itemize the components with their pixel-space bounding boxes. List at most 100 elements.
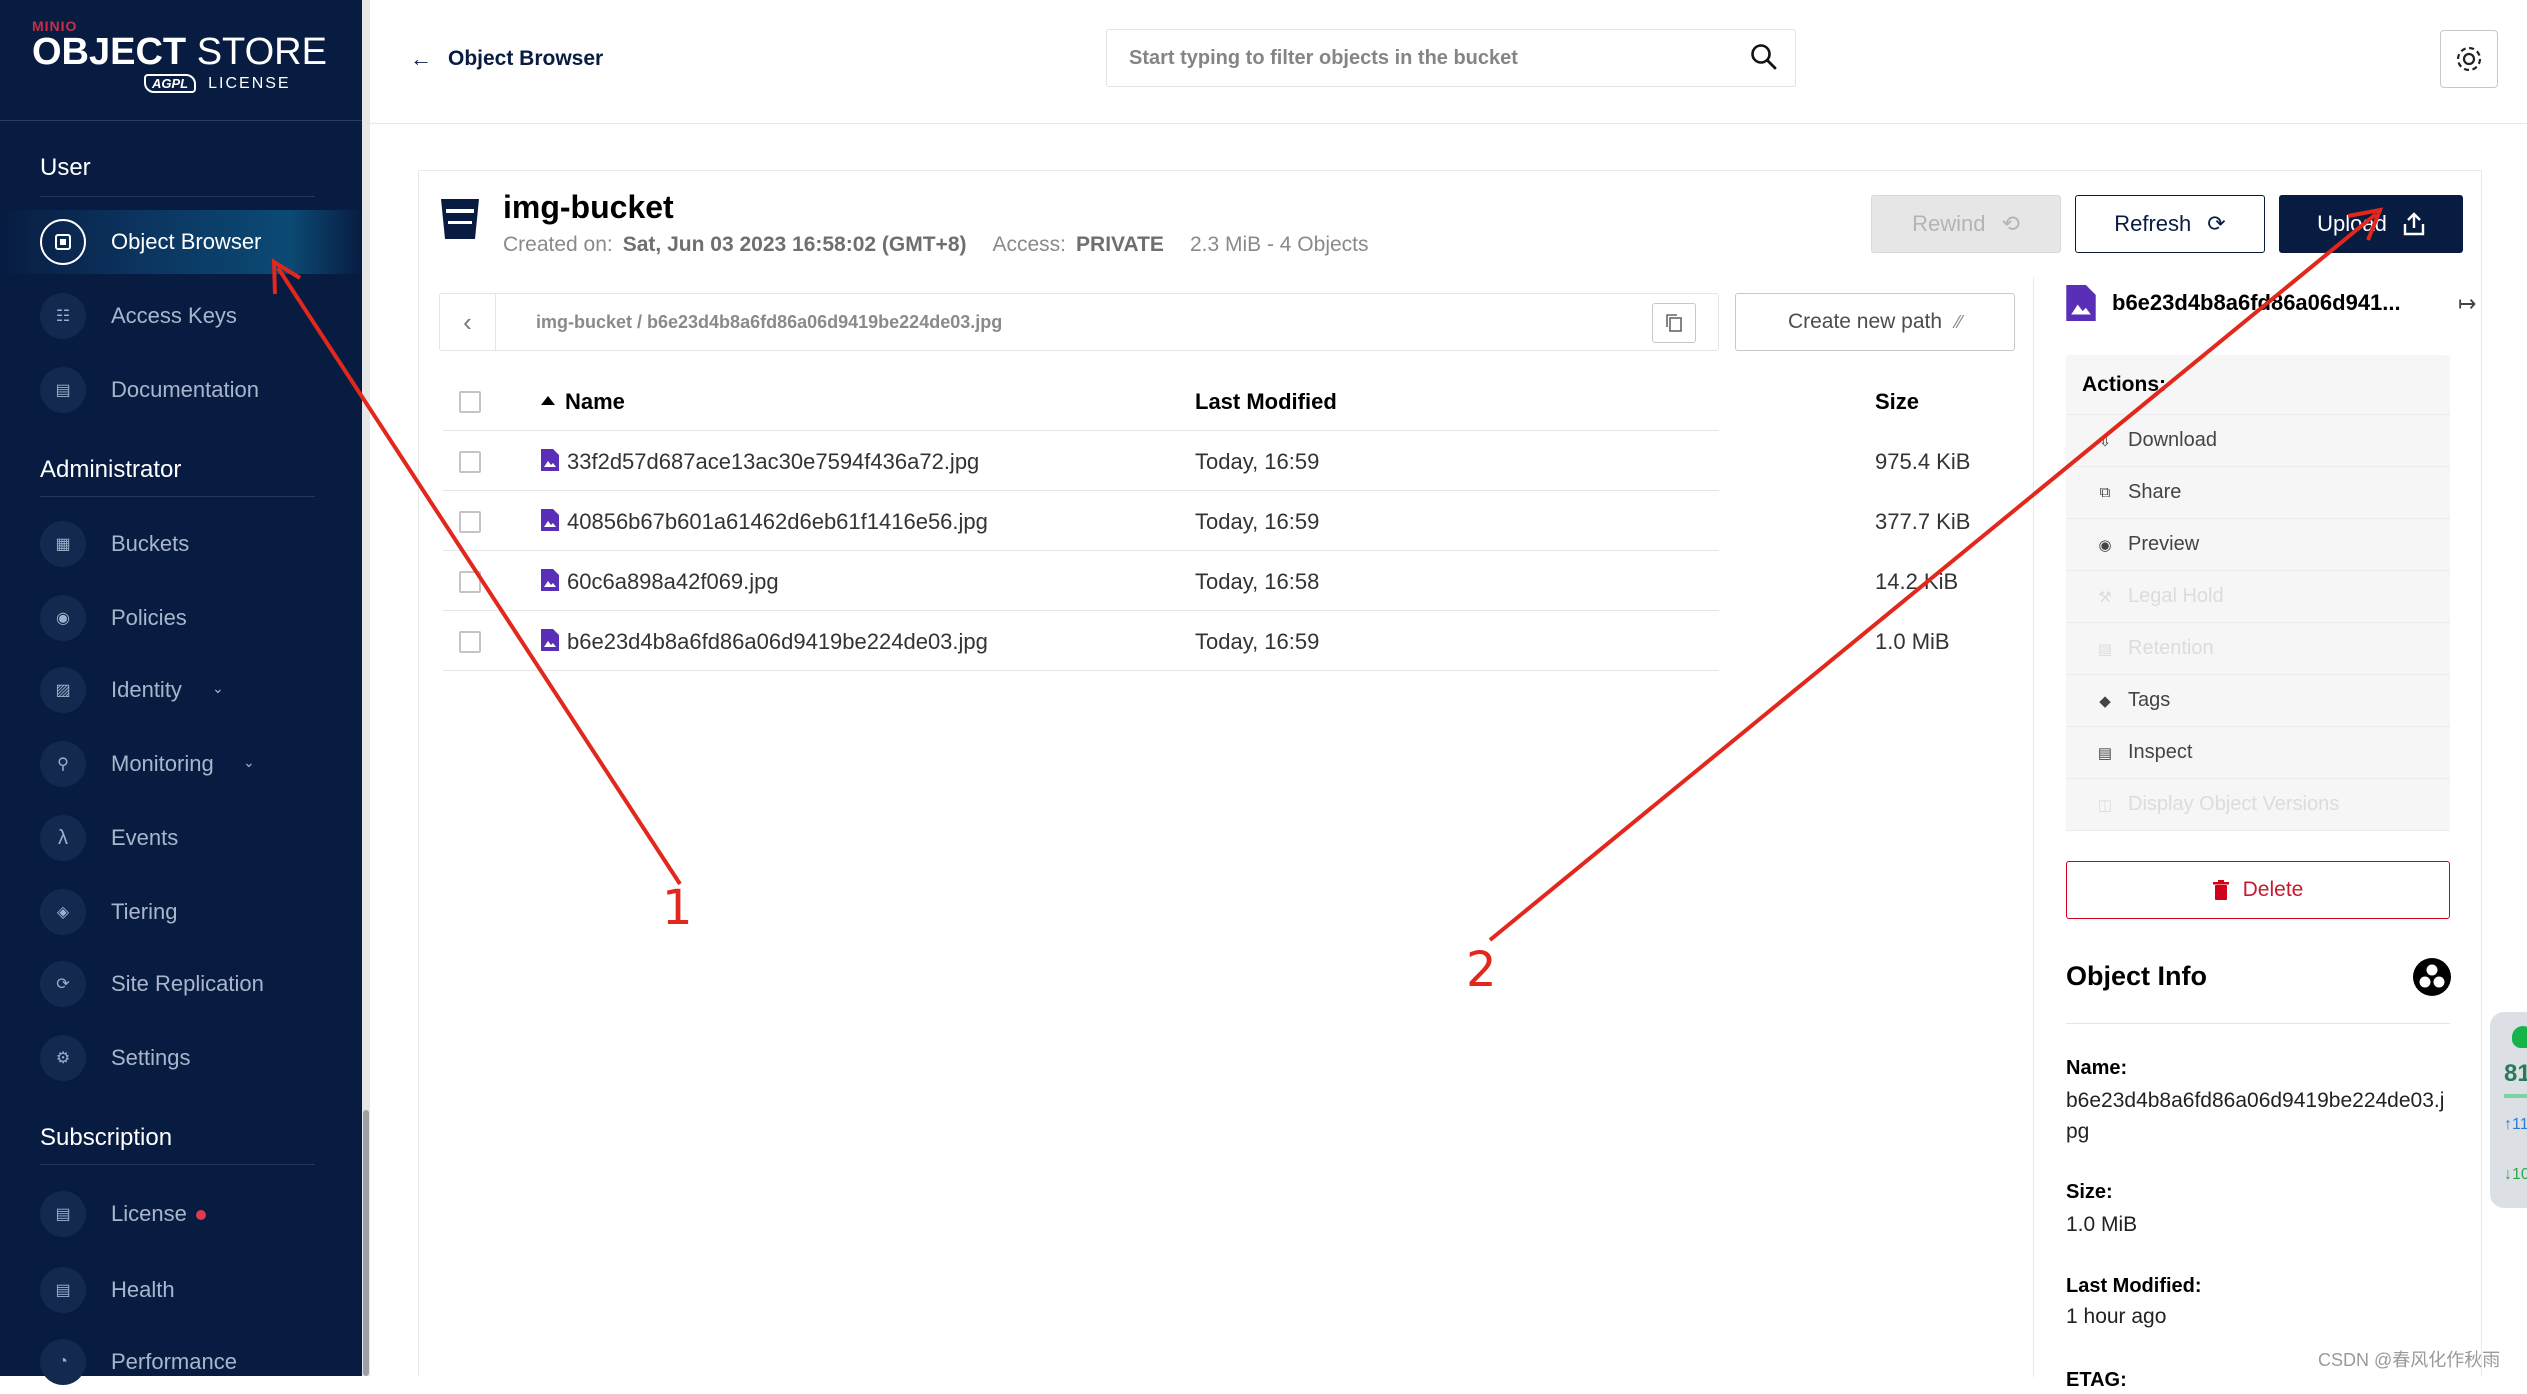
object-modified: Today, 16:58 <box>1195 569 1320 594</box>
upload-button[interactable]: Upload <box>2279 195 2463 253</box>
id-card-icon: ▨ <box>40 667 86 713</box>
rewind-button[interactable]: Rewind ⟲ <box>1871 195 2061 253</box>
refresh-button[interactable]: Refresh ⟳ <box>2075 195 2265 253</box>
minio-logo[interactable]: MINIO OBJECT STORE AGPL LICENSE <box>32 18 332 110</box>
sidebar-item-label: Documentation <box>111 377 259 402</box>
tag-icon: ◆ <box>2099 692 2111 710</box>
sort-ascending-icon[interactable] <box>541 396 555 405</box>
sidebar-item-label: Policies <box>111 605 187 630</box>
image-file-icon <box>541 629 559 651</box>
sidebar-item-monitoring[interactable]: ⚲ Monitoring ⌄ <box>0 732 362 796</box>
divider <box>40 496 315 497</box>
scrollbar-thumb[interactable] <box>363 1110 369 1376</box>
delete-button[interactable]: Delete <box>2066 861 2450 919</box>
license-text: LICENSE <box>208 74 291 92</box>
copy-icon <box>1666 314 1682 332</box>
row-checkbox[interactable] <box>459 451 481 473</box>
chevron-down-icon: ⌄ <box>243 754 255 770</box>
download-icon: ⇩ <box>2098 432 2112 450</box>
table-row[interactable]: 33f2d57d687ace13ac30e7594f436a72.jpg Tod… <box>443 431 1970 491</box>
sidebar-item-label: Events <box>111 825 179 850</box>
widget-percent: 81 <box>2504 1060 2527 1087</box>
sidebar-item-access-keys[interactable]: ☷ Access Keys <box>0 284 362 348</box>
breadcrumb-path[interactable]: img-bucket / b6e23d4b8a6fd86a06d9419be22… <box>536 312 1002 333</box>
document-icon: ▤ <box>40 367 86 413</box>
action-tags[interactable]: ◆ Tags <box>2066 675 2450 727</box>
arrow-left-icon: ← <box>410 46 432 71</box>
section-title-user: User <box>40 154 91 181</box>
object-info-title: Object Info <box>2066 961 2207 991</box>
notification-dot <box>196 1210 206 1220</box>
lock-icon: ◉ <box>40 595 86 641</box>
versions-icon: ◫ <box>2097 796 2113 814</box>
row-checkbox[interactable] <box>459 511 481 533</box>
sidebar: MINIO OBJECT STORE AGPL LICENSE User Obj… <box>0 0 370 1385</box>
sidebar-item-performance[interactable]: ◔ Performance <box>0 1330 362 1394</box>
objects-table: Name Last Modified Size 33f2d57d687ace13… <box>443 371 1970 671</box>
filter-objects-search[interactable]: Start typing to filter objects in the bu… <box>1106 29 1796 87</box>
object-modified: Today, 16:59 <box>1195 509 1320 534</box>
top-bar: ← Object Browser Start typing to filter … <box>370 0 2527 124</box>
sidebar-item-health[interactable]: ▤ Health <box>0 1258 362 1322</box>
certificate-icon: ▤ <box>40 1191 86 1237</box>
action-download[interactable]: ⇩ Download <box>2066 415 2450 467</box>
breadcrumb-back-button[interactable]: ‹ <box>440 294 496 350</box>
action-share[interactable]: ⧉ Share <box>2066 467 2450 519</box>
action-retention[interactable]: ▤ Retention <box>2066 623 2450 675</box>
table-row[interactable]: 60c6a898a42f069.jpg Today, 16:58 14.2 Ki… <box>443 551 1958 611</box>
column-header-name[interactable]: Name <box>565 389 625 415</box>
create-new-path-button[interactable]: Create new path ⁄⁄ <box>1735 293 2015 351</box>
sidebar-item-documentation[interactable]: ▤ Documentation <box>0 358 362 422</box>
back-to-object-browser-link[interactable]: ← Object Browser <box>410 46 603 72</box>
sidebar-item-policies[interactable]: ◉ Policies <box>0 586 362 650</box>
image-file-icon <box>541 449 559 471</box>
row-checkbox[interactable] <box>459 631 481 653</box>
action-inspect[interactable]: ▤ Inspect <box>2066 727 2450 779</box>
sidebar-item-license[interactable]: ▤ License <box>0 1182 362 1246</box>
history-icon: ⟲ <box>2001 211 2020 236</box>
action-legal-hold[interactable]: ⚒ Legal Hold <box>2066 571 2450 623</box>
object-size-label: Size: <box>2066 1181 2113 1203</box>
column-header-size[interactable]: Size <box>1875 389 1919 415</box>
copy-path-button[interactable] <box>1652 303 1696 343</box>
created-value: Sat, Jun 03 2023 16:58:02 (GMT+8) <box>622 233 967 256</box>
sidebar-item-site-replication[interactable]: ⟳ Site Replication <box>0 952 362 1016</box>
delete-label: Delete <box>2242 878 2304 901</box>
search-placeholder: Start typing to filter objects in the bu… <box>1129 47 1518 69</box>
sidebar-item-object-browser[interactable]: Object Browser <box>0 210 362 274</box>
sidebar-item-settings[interactable]: ⚙ Settings <box>0 1026 362 1090</box>
section-title-subscription: Subscription <box>40 1124 173 1151</box>
sidebar-item-label: Tiering <box>111 899 178 924</box>
sidebar-scrollbar[interactable] <box>362 0 370 1376</box>
object-modified-label: Last Modified: <box>2066 1275 2202 1297</box>
search-icon[interactable] <box>1749 42 1779 72</box>
sidebar-item-events[interactable]: λ Events <box>0 806 362 870</box>
sidebar-item-label: Site Replication <box>111 971 264 996</box>
object-size: 14.2 KiB <box>1875 569 1959 594</box>
sidebar-item-identity[interactable]: ▨ Identity ⌄ <box>0 658 362 722</box>
action-label: Legal Hold <box>2128 585 2224 607</box>
object-info-icon <box>2413 958 2451 996</box>
sidebar-item-tiering[interactable]: ◈ Tiering <box>0 880 362 944</box>
gear-icon <box>2456 46 2482 72</box>
image-file-icon <box>541 509 559 531</box>
network-monitor-widget[interactable]: 81 ↑11 ↓10 <box>2490 1012 2527 1208</box>
object-etag-label: ETAG: <box>2066 1369 2127 1391</box>
object-size: 377.7 KiB <box>1875 509 1971 534</box>
action-display-object-versions[interactable]: ◫ Display Object Versions <box>2066 779 2450 831</box>
settings-button[interactable] <box>2440 30 2498 88</box>
sidebar-item-buckets[interactable]: ▦ Buckets <box>0 512 362 576</box>
table-row[interactable]: 40856b67b601a61462d6eb61f1416e56.jpg Tod… <box>443 491 1970 551</box>
column-header-last-modified[interactable]: Last Modified <box>1195 389 1337 415</box>
sidebar-item-label: Object Browser <box>111 229 262 254</box>
action-label: Share <box>2128 481 2182 503</box>
select-all-checkbox[interactable] <box>459 391 481 413</box>
action-label: Preview <box>2128 533 2200 555</box>
table-row[interactable]: b6e23d4b8a6fd86a06d9419be224de03.jpg Tod… <box>443 611 1950 671</box>
speedometer-icon: ◔ <box>40 1339 86 1385</box>
action-preview[interactable]: ◉ Preview <box>2066 519 2450 571</box>
close-panel-icon[interactable]: ↦ <box>2458 291 2476 317</box>
row-checkbox[interactable] <box>459 571 481 593</box>
widget-upload: ↑11 <box>2504 1116 2527 1133</box>
created-label: Created on: <box>503 233 613 256</box>
